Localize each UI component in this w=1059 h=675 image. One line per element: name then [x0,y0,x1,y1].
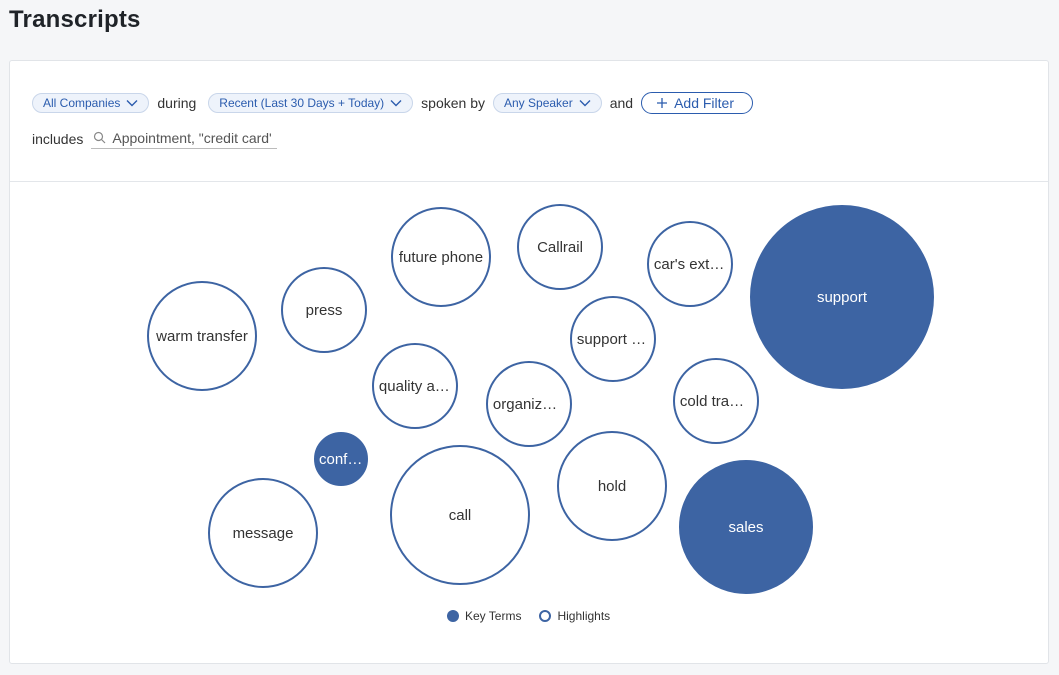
bubble-key[interactable]: confirmation [314,432,368,486]
chevron-down-icon [579,100,591,107]
bubble-highlight[interactable]: message [208,478,318,588]
page-title: Transcripts [9,6,141,33]
search-input[interactable] [112,129,273,146]
legend-highlights[interactable]: Highlights [539,609,610,623]
period-dropdown[interactable]: Recent (Last 30 Days + Today) [208,93,414,113]
bubble-highlight[interactable]: call [390,445,530,585]
search-icon [94,131,106,144]
chevron-down-icon [126,100,138,107]
legend-key-terms-label: Key Terms [465,609,522,623]
bubble-label: confirmation [319,450,363,468]
chevron-down-icon [390,100,402,107]
transcripts-card: All Companies during Recent (Last 30 Day… [9,60,1049,664]
bubble-label: car's extended warranty [653,255,726,273]
bubble-label: support [816,288,868,306]
bubble-label: warm transfer [156,327,248,345]
bubble-label: call [448,506,472,524]
bubble-highlight[interactable]: car's extended warranty [647,221,733,307]
bubble-highlight[interactable]: support team [570,296,656,382]
divider [10,181,1048,182]
bubble-highlight[interactable]: Callrail [517,204,603,290]
bubble-key[interactable]: sales [679,460,813,594]
key-terms-dot-icon [447,610,459,622]
bubble-label: quality assurance [378,377,451,395]
and-label: and [609,95,634,111]
legend: Key Terms Highlights [447,609,628,623]
search-field [91,129,278,149]
bubble-key[interactable]: support [750,205,934,389]
speaker-dropdown[interactable]: Any Speaker [493,93,602,113]
bubble-label: Callrail [537,238,583,256]
period-dropdown-label: Recent (Last 30 Days + Today) [219,96,385,110]
spoken-by-label: spoken by [421,95,485,111]
includes-row: includes [32,127,278,151]
bubble-highlight[interactable]: quality assurance [372,343,458,429]
bubble-label: message [232,524,294,542]
bubble-label: future phone [398,248,484,266]
company-dropdown[interactable]: All Companies [32,93,150,113]
bubble-label: sales [728,518,764,536]
filter-row: All Companies during Recent (Last 30 Day… [32,91,753,115]
bubble-label: hold [597,477,627,495]
bubble-highlight[interactable]: organization [486,361,572,447]
during-label: during [157,95,197,111]
bubble-highlight[interactable]: press [281,267,367,353]
company-dropdown-label: All Companies [43,96,121,110]
speaker-dropdown-label: Any Speaker [504,96,573,110]
highlights-dot-icon [539,610,552,622]
legend-highlights-label: Highlights [557,609,611,623]
bubble-highlight[interactable]: future phone [391,207,491,307]
bubble-label: organization [492,395,565,413]
includes-label: includes [32,131,84,147]
bubble-highlight[interactable]: warm transfer [147,281,257,391]
legend-key-terms[interactable]: Key Terms [447,609,521,623]
bubble-highlight[interactable]: hold [557,431,667,541]
add-filter-label: Add Filter [674,95,734,111]
bubble-label: support team [576,330,649,348]
bubble-label: cold transfer [679,392,752,410]
add-filter-button[interactable]: Add Filter [641,92,753,114]
plus-icon [657,98,668,108]
bubble-highlight[interactable]: cold transfer [673,358,759,444]
bubble-label: press [305,301,343,319]
